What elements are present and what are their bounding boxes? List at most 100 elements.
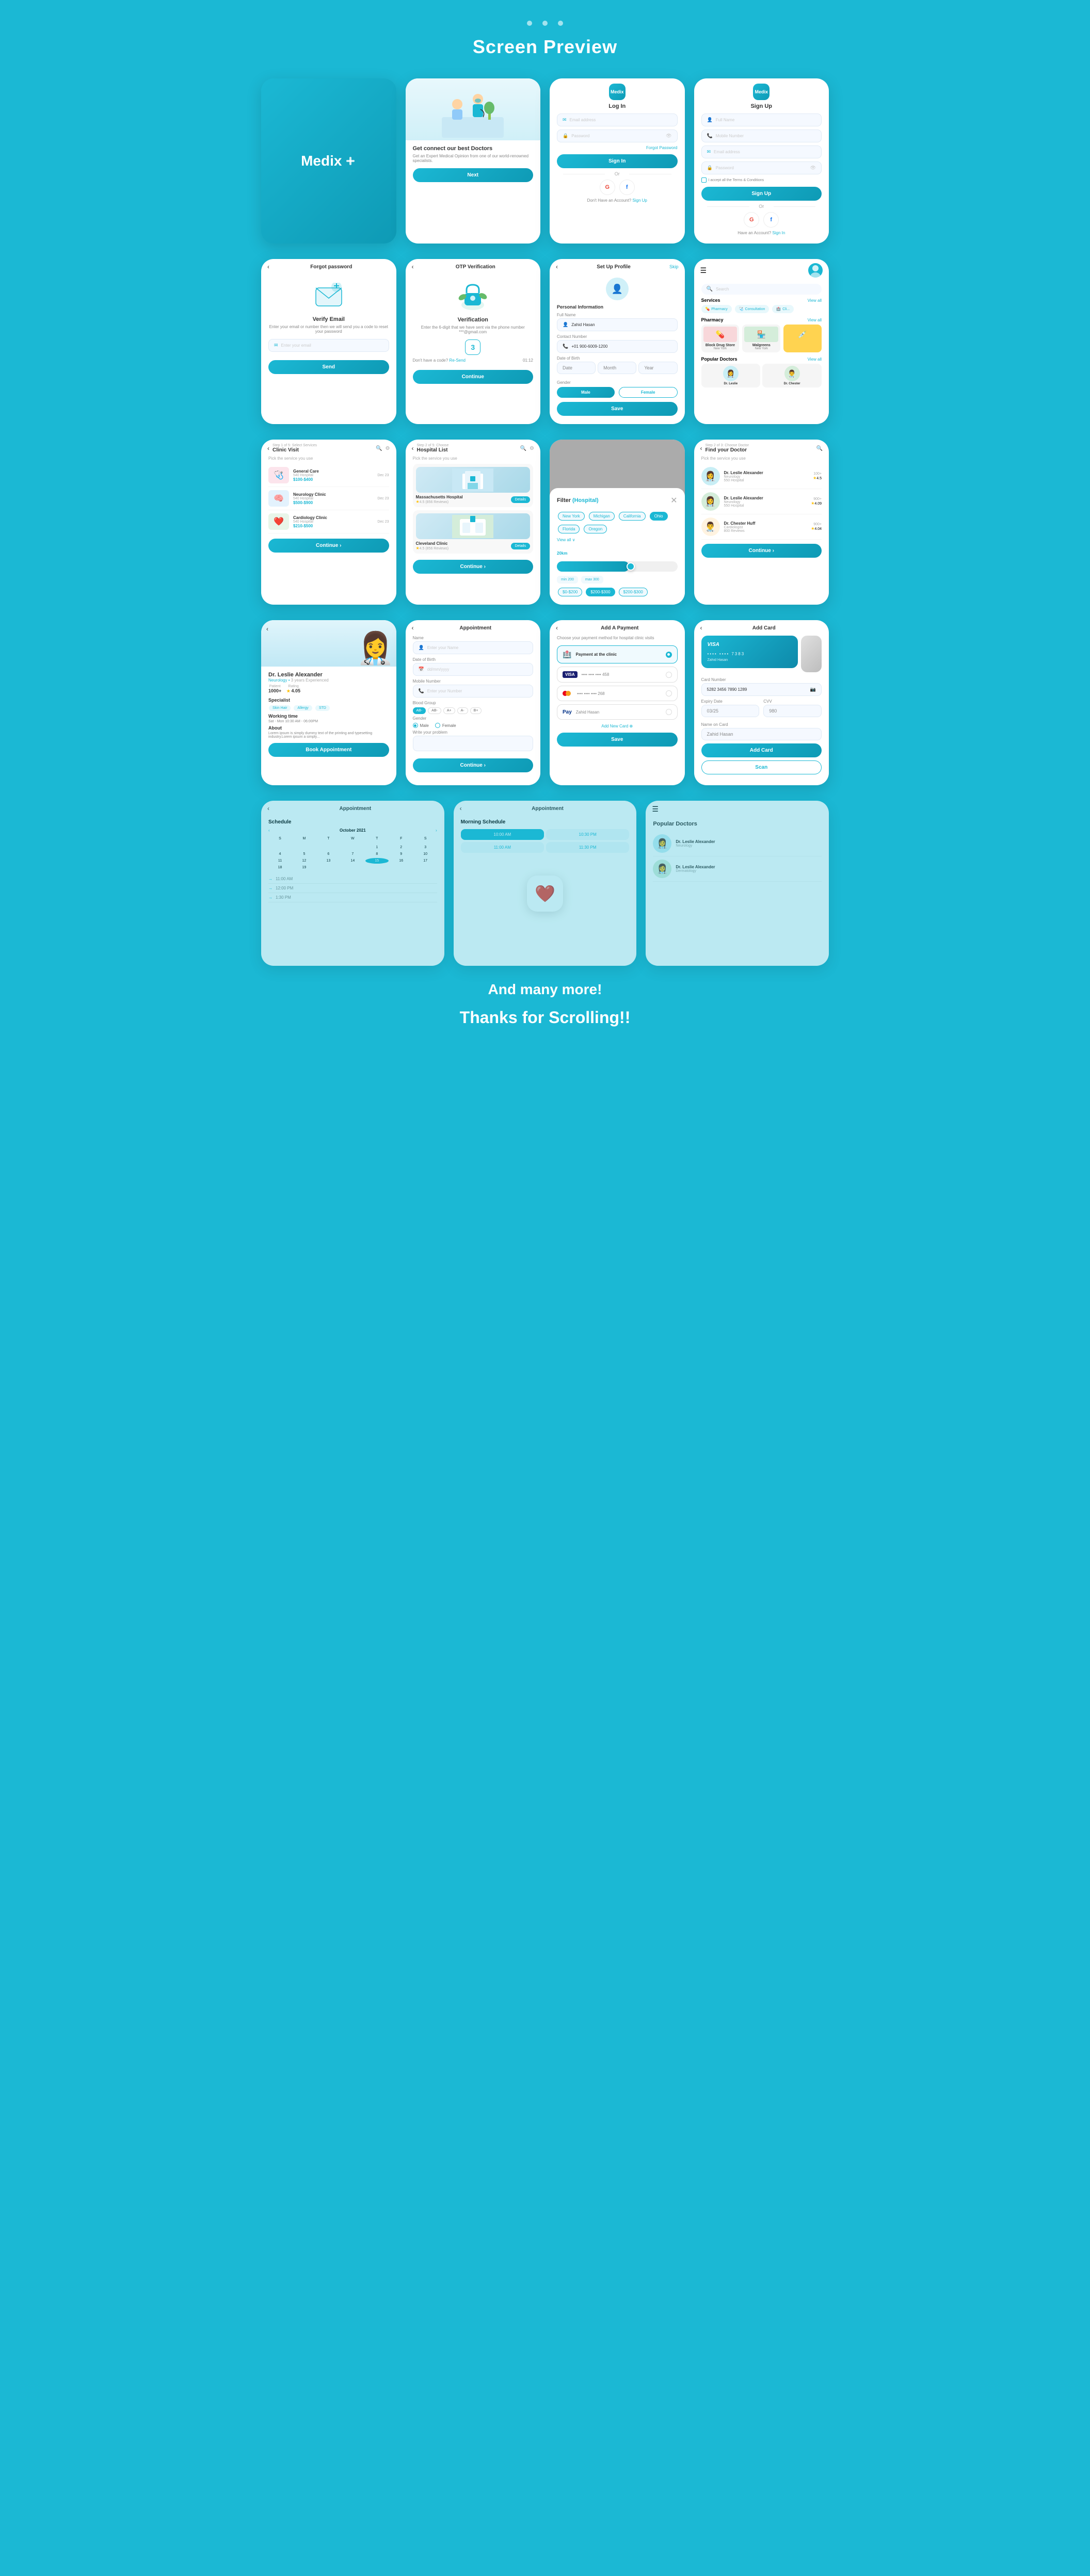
blood-a-minus[interactable]: A- — [457, 707, 468, 714]
reset-email-field[interactable]: ✉ Enter your email — [268, 339, 389, 352]
appointment-mobile-field[interactable]: 📞 Enter your Number — [413, 685, 534, 698]
signup-email-field[interactable]: ✉ Email address — [701, 145, 822, 158]
problem-field[interactable] — [413, 736, 534, 751]
payment-mastercard-option[interactable]: •••• •••• •••• 268 — [557, 686, 678, 701]
price-range-1[interactable]: $0-$200 — [558, 588, 582, 596]
menu-icon[interactable]: ☰ — [700, 266, 707, 275]
profile-skip-link[interactable]: Skip — [669, 264, 679, 269]
doctor-item-2[interactable]: 👩‍⚕️ Dr. Leslie Alexander Neurology 550 … — [701, 489, 822, 514]
facebook-signup-button[interactable]: f — [763, 212, 779, 228]
filter-close-button[interactable]: ✕ — [670, 495, 677, 506]
time-slot-1[interactable]: → 11:00 AM — [268, 874, 437, 884]
cvv-field[interactable]: 980 — [763, 705, 822, 717]
state-michigan[interactable]: Michigan — [589, 512, 615, 521]
password-field[interactable]: 🔒 Password 👁 — [557, 129, 678, 142]
popular-doc-1[interactable]: 👩‍⚕️ Dr. Leslie Alexander Neurology — [653, 831, 822, 856]
payment-visa-option[interactable]: VISA •••• •••• •••• 458 — [557, 667, 678, 683]
hospital-item-1[interactable]: Massachusetts Hospital ★4.5 (856 Reviews… — [413, 464, 534, 507]
doctor-item-3[interactable]: 👨‍⚕️ Dr. Chester Huff Cardiologist 800 R… — [701, 514, 822, 540]
expiry-field[interactable]: 03/25 — [701, 705, 760, 717]
profile-contact-field[interactable]: 📞 +01 900-6009-1200 — [557, 340, 678, 353]
popular-doctor-1[interactable]: 👩‍⚕️ Dr. Leslie — [701, 364, 761, 387]
view-all-states[interactable]: View all ∨ — [557, 538, 575, 542]
state-california[interactable]: California — [619, 512, 646, 521]
otp-continue-button[interactable]: Continue — [413, 370, 534, 384]
morning-back-button[interactable]: ‹ — [460, 805, 462, 812]
pharmacy-item-2[interactable]: 🏪 Walgreens New York — [742, 325, 780, 352]
hospital-2-details-button[interactable]: Details — [511, 543, 530, 549]
state-florida[interactable]: Florida — [558, 525, 580, 533]
gender-male-radio[interactable] — [413, 723, 418, 728]
book-appointment-button[interactable]: Book Appointment — [268, 743, 389, 757]
gender-male-option[interactable]: Male — [413, 723, 429, 728]
appointment-back-button[interactable]: ‹ — [412, 624, 414, 631]
google-login-button[interactable]: G — [600, 180, 615, 195]
doctor-back-button[interactable]: ‹ — [700, 445, 702, 452]
gender-male-button[interactable]: Male — [557, 387, 615, 398]
popular-menu-icon[interactable]: ☰ — [652, 805, 659, 814]
time-slot-3[interactable]: → 1:30 PM — [268, 893, 437, 902]
consultation-service[interactable]: 🩺Consultation — [735, 305, 770, 313]
payment-back-button[interactable]: ‹ — [556, 624, 558, 631]
service-item-neurology[interactable]: 🧠 Neurology Clinic 540 Hospital $500-$90… — [268, 487, 389, 510]
signup-button[interactable]: Sign Up — [701, 187, 822, 201]
hospital-1-details-button[interactable]: Details — [511, 496, 530, 503]
clinic-back-button[interactable]: ‹ — [267, 445, 269, 452]
morning-slot-3[interactable]: 11:00 AM — [461, 842, 544, 853]
blood-a-plus[interactable]: A+ — [443, 707, 455, 714]
payment-save-button[interactable]: Save — [557, 733, 678, 747]
schedule-back-button[interactable]: ‹ — [267, 805, 269, 812]
view-all-services[interactable]: View all — [808, 298, 822, 303]
pharmacy-item-1[interactable]: 💊 Block Drug Store New York — [701, 325, 740, 352]
pharmacy-item-3[interactable]: 💉 — [783, 325, 822, 352]
blood-b-plus[interactable]: B+ — [470, 707, 482, 714]
filter-icon-hospital[interactable]: ⚙ — [530, 446, 534, 451]
home-search[interactable]: 🔍 Search — [701, 284, 822, 295]
gender-female-radio[interactable] — [435, 723, 440, 728]
appointment-continue-button[interactable]: Continue › — [413, 758, 534, 772]
otp-input[interactable]: 3 — [465, 339, 480, 355]
morning-slot-2[interactable]: 10:30 PM — [546, 829, 629, 840]
view-all-pharmacy[interactable]: View all — [808, 318, 822, 322]
filter-icon-clinic[interactable]: ⚙ — [386, 446, 390, 451]
popular-doctor-2[interactable]: 👨‍⚕️ Dr. Chester — [762, 364, 822, 387]
search-icon-hospital[interactable]: 🔍 — [520, 446, 526, 451]
card-back-button[interactable]: ‹ — [700, 624, 702, 631]
pharmacy-service[interactable]: 💊Pharmacy — [701, 305, 732, 313]
time-slot-2[interactable]: → 12:00 PM — [268, 884, 437, 893]
otp-back-button[interactable]: ‹ — [412, 263, 414, 270]
cardholder-name-field[interactable]: Zahid Hasan — [701, 728, 822, 740]
price-range-3[interactable]: $200-$300 — [619, 588, 648, 596]
service-item-cardiology[interactable]: ❤️ Cardiology Clinic 540 Hospital $210-$… — [268, 510, 389, 533]
search-icon-doctor[interactable]: 🔍 — [816, 446, 823, 451]
dob-month[interactable]: Month — [598, 362, 636, 374]
save-profile-button[interactable]: Save — [557, 402, 678, 416]
dob-day[interactable]: Date — [557, 362, 596, 374]
mobile-field[interactable]: 📞 Mobile Number — [701, 129, 822, 142]
signup-password-field[interactable]: 🔒 Password 👁 — [701, 161, 822, 174]
blood-ab-minus[interactable]: AB- — [413, 707, 426, 714]
hospital-continue-button[interactable]: Continue › — [413, 560, 534, 574]
fullname-field[interactable]: 👤 Full Name — [701, 114, 822, 126]
appointment-name-field[interactable]: 👤 Enter your Name — [413, 641, 534, 654]
signin-button[interactable]: Sign In — [557, 154, 678, 168]
state-oregon[interactable]: Oregon — [584, 525, 607, 533]
view-all-doctors[interactable]: View all — [808, 357, 822, 362]
clinic-continue-button[interactable]: Continue › — [268, 539, 389, 553]
terms-checkbox[interactable] — [701, 177, 707, 183]
back-button[interactable]: ‹ — [267, 263, 269, 270]
profile-back-button[interactable]: ‹ — [556, 263, 558, 270]
hospital-item-2[interactable]: Cleveland Clinic ★4.5 (856 Reviews) Deta… — [413, 510, 534, 554]
popular-doc-2[interactable]: 👩‍⚕️ Dr. Leslie Alexander Dermatology — [653, 856, 822, 882]
doctor-item-1[interactable]: 👩‍⚕️ Dr. Leslie Alexander Neurology 550 … — [701, 464, 822, 489]
morning-slot-4[interactable]: 11:30 PM — [546, 842, 629, 853]
scan-card-button[interactable]: Scan — [701, 760, 822, 774]
blood-ab-minus-2[interactable]: AB- — [428, 707, 441, 714]
appointment-dob-field[interactable]: 📅 dd/mm/yyyy — [413, 663, 534, 676]
gender-female-button[interactable]: Female — [619, 387, 678, 398]
payment-clinic-option[interactable]: 🏥 Payment at the clinic — [557, 645, 678, 663]
resend-link[interactable]: Re-Send — [449, 358, 466, 363]
card-number-field[interactable]: 5282 3456 7890 1289 📷 — [701, 683, 822, 696]
find-doctor-continue-button[interactable]: Continue › — [701, 544, 822, 558]
search-icon-clinic[interactable]: 🔍 — [376, 446, 382, 451]
